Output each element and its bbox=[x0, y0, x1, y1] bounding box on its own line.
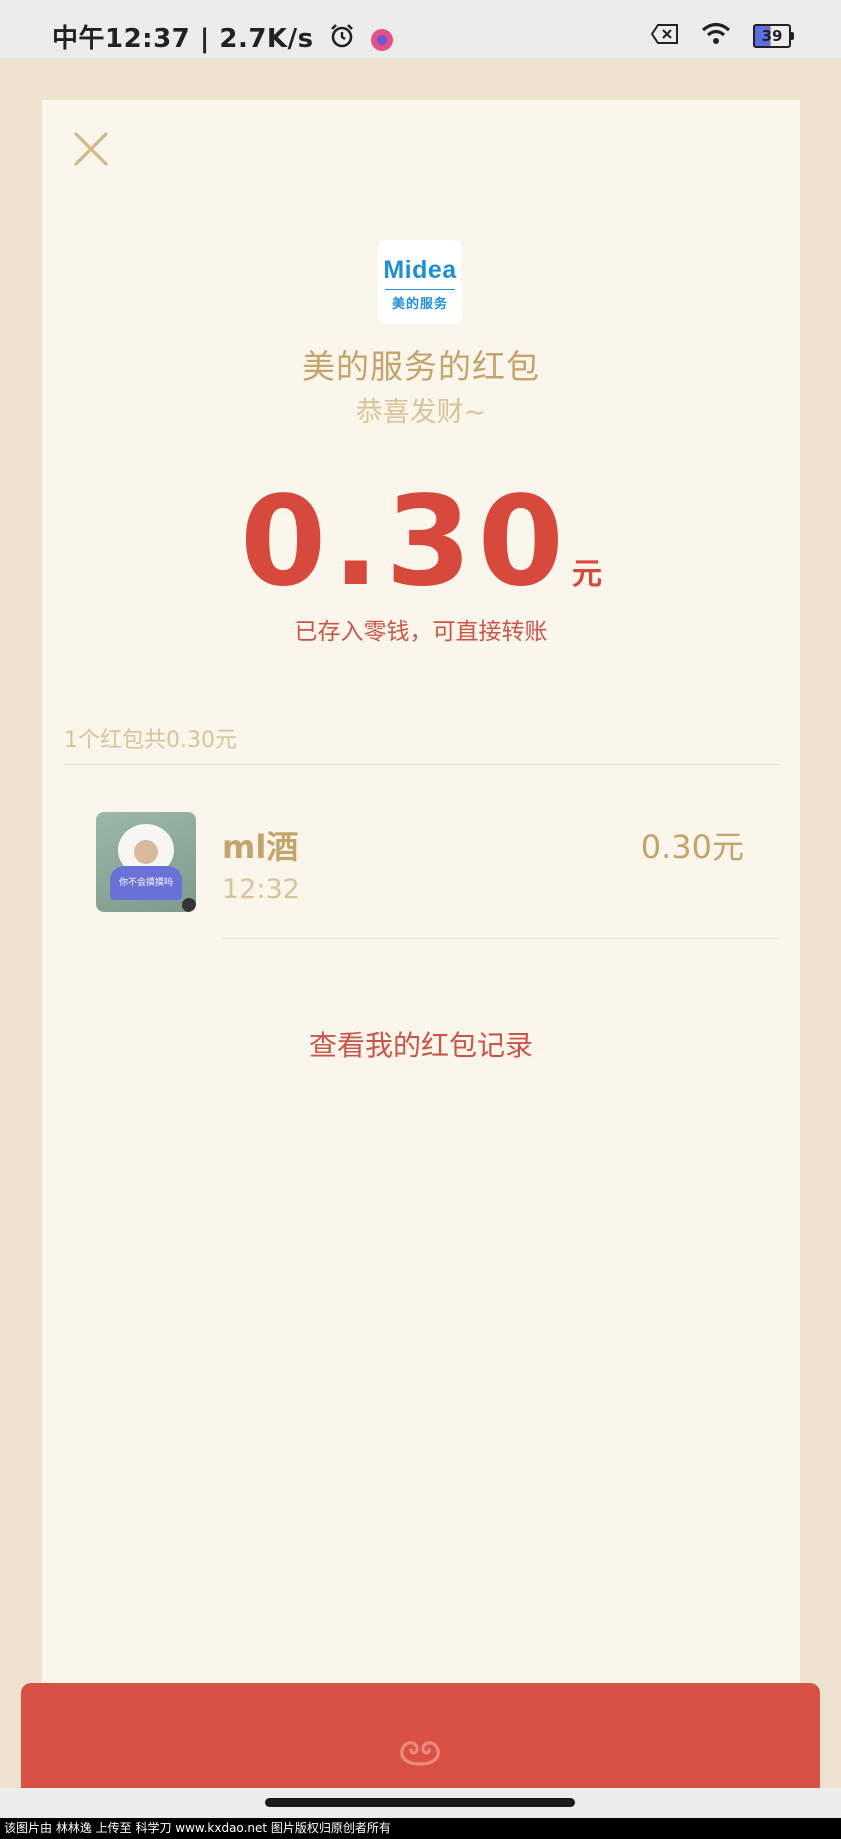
receiver-row[interactable]: 你不会摸摸吗 ml酒 12:32 0.30元 bbox=[42, 800, 800, 970]
close-button[interactable] bbox=[70, 128, 112, 170]
amount-value: 0.30 bbox=[240, 470, 570, 614]
greeting-text: 恭喜发财~ bbox=[355, 397, 487, 428]
watermark-text: 该图片由 林林逸 上传至 科学刀 www.kxdao.net 图片版权归原创者所… bbox=[0, 1818, 841, 1839]
status-right: 39 bbox=[650, 22, 794, 50]
sender-logo: Midea 美的服务 bbox=[378, 240, 462, 324]
logo-subtitle: 美的服务 bbox=[391, 297, 448, 312]
avatar-shirt-text: 你不会摸摸吗 bbox=[110, 866, 182, 900]
avatar-bear-face bbox=[134, 840, 158, 864]
sender-title: 美的服务的红包 bbox=[302, 347, 540, 386]
battery-icon: 39 bbox=[753, 24, 794, 48]
status-bar: 中午12:37 | 2.7K/s 39 bbox=[0, 0, 841, 58]
receiver-time: 12:32 bbox=[222, 874, 300, 905]
logo-divider bbox=[385, 289, 455, 290]
wifi-icon bbox=[701, 22, 731, 50]
status-left: 中午12:37 | 2.7K/s bbox=[52, 18, 393, 56]
row-divider bbox=[222, 938, 780, 939]
app-notification-icon bbox=[370, 28, 393, 51]
red-packet-detail-card: Midea 美的服务 美的服务的红包 恭喜发财~ 0.30元 已存入零钱，可直接… bbox=[42, 100, 800, 1720]
packet-summary: 1个红包共0.30元 bbox=[64, 728, 237, 753]
sim-x-icon bbox=[650, 23, 679, 49]
envelope-zigzag-edge bbox=[42, 1712, 800, 1726]
receiver-name: ml酒 bbox=[222, 828, 299, 866]
alarm-icon bbox=[329, 23, 355, 56]
view-records-link[interactable]: 查看我的红包记录 bbox=[42, 1024, 800, 1064]
avatar[interactable]: 你不会摸摸吗 bbox=[96, 812, 196, 912]
summary-divider bbox=[64, 764, 780, 765]
amount-unit: 元 bbox=[571, 557, 602, 592]
close-icon bbox=[74, 132, 108, 166]
swirl-icon bbox=[400, 1741, 440, 1766]
avatar-badge bbox=[182, 898, 196, 912]
home-gesture-handle[interactable] bbox=[265, 1798, 575, 1807]
status-time-speed: 中午12:37 | 2.7K/s bbox=[52, 24, 314, 54]
receiver-amount: 0.30元 bbox=[640, 828, 744, 866]
navigation-bar bbox=[0, 1788, 841, 1818]
logo-word: Midea bbox=[383, 256, 457, 284]
stored-note: 已存入零钱，可直接转账 bbox=[294, 619, 548, 645]
amount-display: 0.30元 bbox=[42, 470, 800, 614]
